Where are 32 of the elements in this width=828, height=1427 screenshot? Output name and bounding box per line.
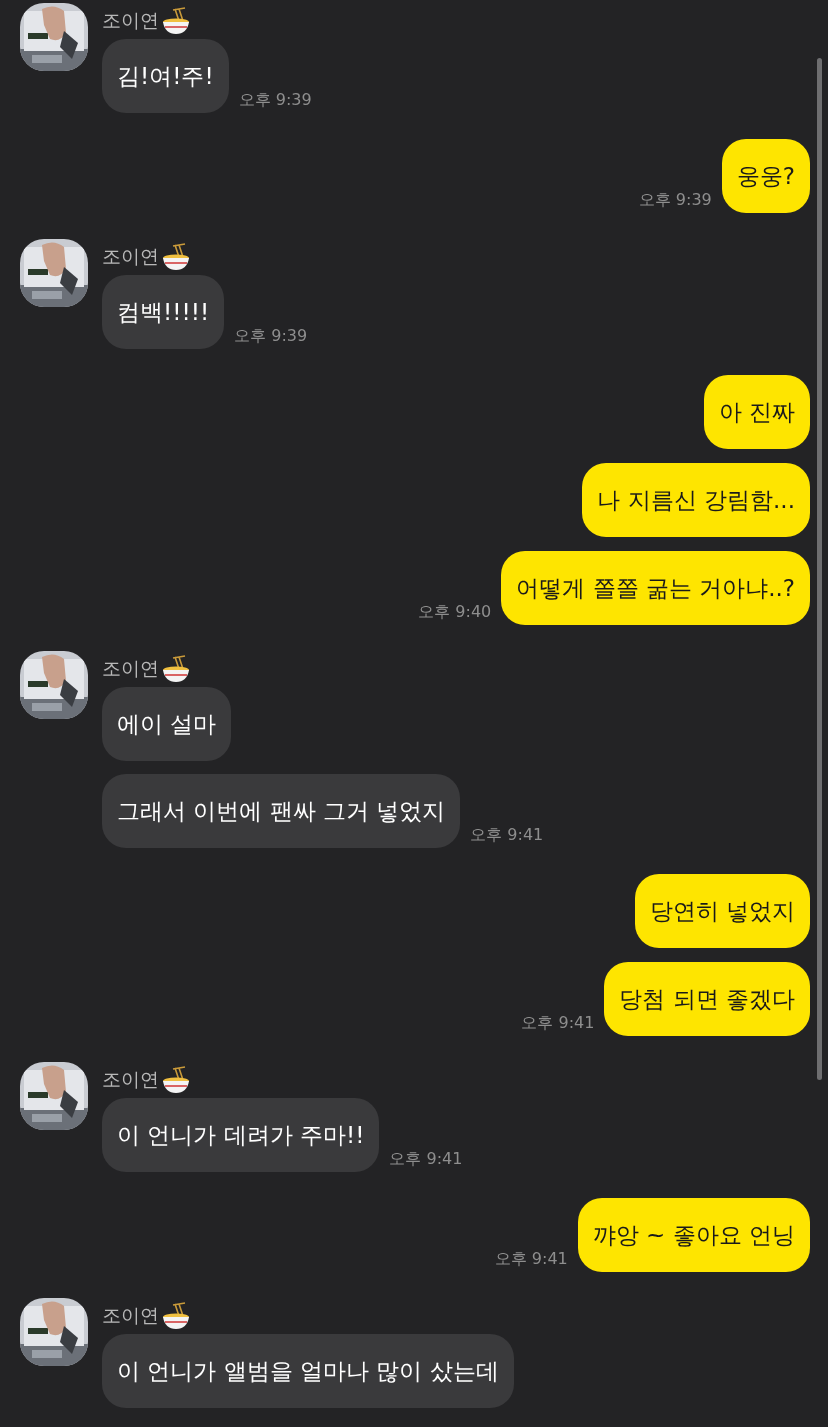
message-bubble: 컴백!!!!!	[102, 275, 225, 349]
message-bubble: 이 언니가 데려가 주마!!	[102, 1098, 380, 1172]
message-bubble: 그래서 이번에 팬싸 그거 넣었지	[102, 774, 461, 848]
message-time: 오후 9:39	[238, 90, 312, 111]
message-time: 오후 9:40	[418, 602, 492, 623]
sender-name: 조이연	[102, 1303, 159, 1328]
message-time: 오후 9:41	[521, 1013, 595, 1034]
scrollbar[interactable]	[817, 58, 822, 1080]
noodle-bowl-icon	[161, 655, 191, 683]
noodle-bowl-icon	[161, 7, 191, 35]
message-time: 오후 9:41	[494, 1249, 568, 1270]
message-bubble: 에이 설마	[102, 687, 232, 761]
noodle-bowl-icon	[161, 1066, 191, 1094]
message-time: 오후 9:41	[389, 1149, 463, 1170]
message-bubble: 웅웅?	[721, 139, 810, 213]
message-bubble: 당첨 되면 좋겠다	[604, 962, 810, 1036]
sender-name: 조이연	[102, 244, 159, 269]
message-bubble: 어떻게 쫄쫄 굶는 거아냐..?	[501, 551, 810, 625]
sender-name: 조이연	[102, 8, 159, 33]
message-time: 오후 9:41	[470, 825, 544, 846]
message-bubble: 이 언니가 앨범을 얼마나 많이 샀는데	[102, 1334, 514, 1408]
message-bubble: 나 지름신 강림함...	[582, 463, 810, 537]
message-bubble: 꺄앙 ~ 좋아요 언닝	[577, 1198, 810, 1272]
message-bubble: 아 진짜	[703, 375, 810, 449]
message-bubble: 김!여!주!	[102, 39, 229, 113]
sender-name: 조이연	[102, 1067, 159, 1092]
message-bubble: 당연히 넣었지	[634, 874, 810, 948]
message-time: 오후 9:39	[638, 190, 712, 211]
sender-name: 조이연	[102, 656, 159, 681]
noodle-bowl-icon	[161, 243, 191, 271]
message-time: 오후 9:39	[234, 326, 308, 347]
noodle-bowl-icon	[161, 1302, 191, 1330]
